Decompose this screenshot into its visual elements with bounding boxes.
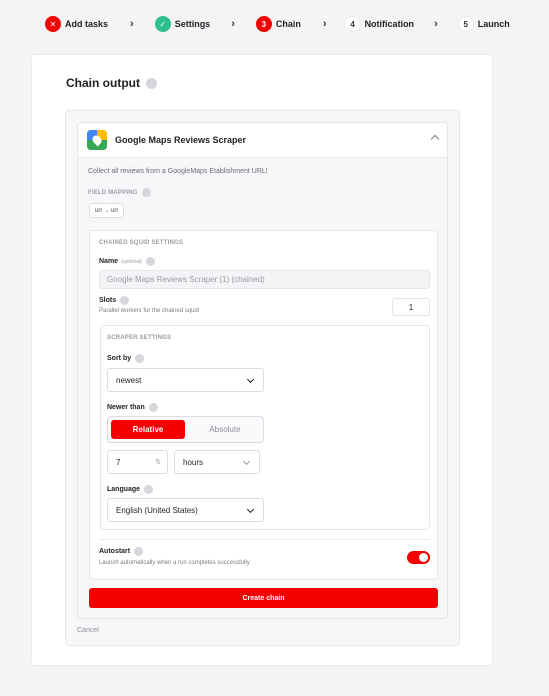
autostart-hint: Launch automatically when a run complete…	[99, 560, 250, 566]
chevron-right-icon: ›	[231, 18, 235, 30]
slots-input[interactable]: 1	[392, 298, 430, 316]
step-chain[interactable]: 3 Chain	[255, 16, 301, 32]
newer-than-amount-input[interactable]: 7 ⇅	[107, 450, 168, 474]
newer-than-label: Newer than	[107, 403, 158, 412]
chevron-right-icon: ›	[434, 18, 438, 30]
title-text: Chain output	[66, 76, 140, 90]
step-label: Launch	[477, 19, 510, 29]
field-mapping-tag: url → url	[89, 203, 124, 218]
scraper-description: Collect all reviews from a GoogleMaps Et…	[88, 168, 268, 175]
scraper-header[interactable]: Google Maps Reviews Scraper	[78, 123, 447, 158]
chevron-right-icon: ›	[130, 18, 134, 30]
step-label: Chain	[275, 19, 301, 29]
step-number: 5	[457, 16, 474, 32]
slots-label: Slots	[99, 296, 130, 305]
chained-squid-settings: CHAINED SQUID SETTINGS Name (optional) G…	[89, 230, 438, 580]
help-icon[interactable]	[141, 188, 151, 197]
sort-by-label: Sort by	[107, 354, 145, 363]
amount-value: 7	[116, 457, 121, 467]
sort-by-value: newest	[116, 375, 142, 385]
page-title: Chain output	[66, 76, 157, 90]
relative-button[interactable]: Relative	[111, 420, 185, 439]
chevron-down-icon	[242, 457, 251, 466]
chained-settings-heading: CHAINED SQUID SETTINGS	[99, 240, 184, 246]
language-value: English (United States)	[116, 505, 198, 515]
scraper-settings: SCRAPER SETTINGS Sort by newest Newer th…	[100, 325, 430, 530]
toggle-knob	[419, 553, 428, 562]
cancel-link[interactable]: Cancel	[77, 627, 99, 634]
chain-output-card: Chain output Google Maps Reviews Scraper…	[31, 54, 493, 666]
step-notification[interactable]: 4 Notification	[344, 16, 415, 32]
step-settings[interactable]: ✓ Settings	[154, 16, 211, 32]
chevron-down-icon	[246, 375, 255, 384]
divider	[99, 539, 430, 540]
spinner-icon[interactable]: ⇅	[155, 458, 161, 466]
sort-by-select[interactable]: newest	[107, 368, 264, 392]
autostart-toggle[interactable]	[407, 551, 430, 564]
unit-value: hours	[183, 457, 204, 467]
help-icon[interactable]	[145, 77, 157, 89]
step-number: 4	[344, 16, 361, 32]
step-label: Add tasks	[65, 19, 109, 29]
help-icon[interactable]	[120, 296, 130, 305]
error-x-icon: ✕	[45, 16, 61, 32]
chevron-up-icon[interactable]	[430, 134, 440, 144]
create-chain-button[interactable]: Create chain	[89, 588, 438, 608]
name-label: Name (optional)	[99, 257, 155, 266]
help-icon[interactable]	[134, 547, 144, 556]
help-icon[interactable]	[144, 485, 154, 494]
language-select[interactable]: English (United States)	[107, 498, 264, 522]
newer-than-mode-toggle: Relative Absolute	[107, 416, 264, 443]
help-icon[interactable]	[145, 257, 155, 266]
chevron-right-icon: ›	[322, 18, 327, 30]
google-maps-logo-icon	[87, 130, 107, 150]
step-label: Notification	[364, 19, 415, 29]
autostart-label: Autostart	[99, 547, 144, 556]
chevron-down-icon	[246, 505, 255, 514]
language-label: Language	[107, 485, 154, 494]
step-label: Settings	[174, 19, 211, 29]
step-add-tasks[interactable]: ✕ Add tasks	[45, 16, 108, 32]
stepper: ✕ Add tasks › ✓ Settings › 3 Chain › 4 N…	[45, 14, 510, 34]
optional-tag: (optional)	[121, 258, 142, 265]
slots-hint: Parallel workers for the chained squid	[99, 308, 200, 314]
checkmark-icon: ✓	[154, 16, 171, 32]
help-icon[interactable]	[148, 403, 158, 412]
name-input[interactable]: Google Maps Reviews Scraper (1) (chained…	[99, 270, 430, 289]
help-icon[interactable]	[135, 354, 145, 363]
newer-than-unit-select[interactable]: hours	[174, 450, 260, 474]
scraper-settings-heading: SCRAPER SETTINGS	[107, 335, 172, 341]
step-number: 3	[255, 16, 272, 32]
absolute-button[interactable]: Absolute	[188, 420, 262, 439]
scraper-name: Google Maps Reviews Scraper	[115, 135, 247, 145]
scraper-panel: Google Maps Reviews Scraper Collect all …	[77, 122, 448, 619]
step-launch[interactable]: 5 Launch	[457, 16, 510, 32]
field-mapping-label: FIELD MAPPING	[88, 188, 151, 197]
chain-form: Google Maps Reviews Scraper Collect all …	[65, 110, 460, 646]
